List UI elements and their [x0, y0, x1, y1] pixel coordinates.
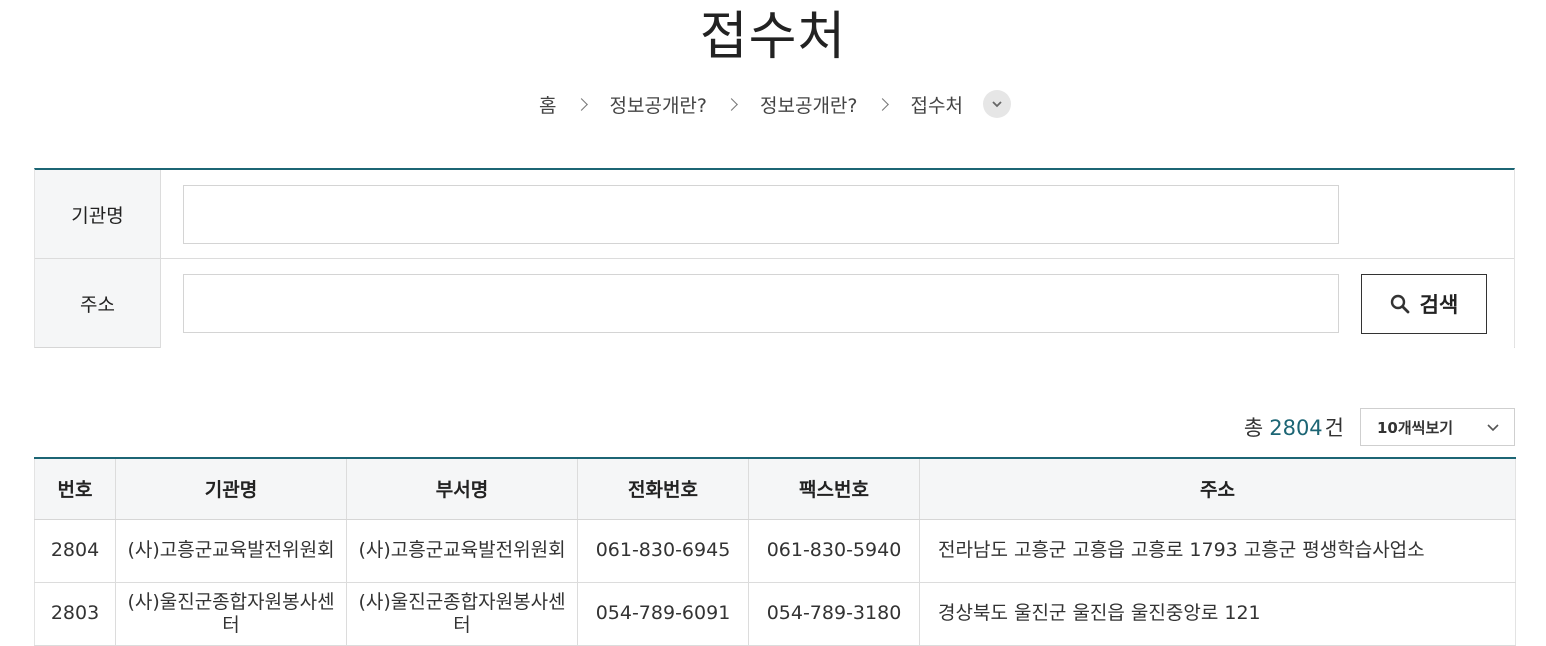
cell-address: 경상북도 울진군 울진읍 울진중앙로 121	[919, 582, 1516, 646]
table-header-row: 번호 기관명 부서명 전화번호 팩스번호 주소	[34, 458, 1516, 520]
cell-address: 전라남도 고흥군 고흥읍 고흥로 1793 고흥군 평생학습사업소	[919, 519, 1516, 583]
cell-fax: 061-830-5940	[748, 519, 920, 583]
cell-number: 2804	[34, 519, 116, 583]
total-count: 총 2804 건	[1244, 412, 1344, 442]
cell-phone: 054-789-6091	[577, 582, 749, 646]
cell-dept: (사)고흥군교육발전위원회	[346, 519, 578, 583]
cell-phone: 061-830-6945	[577, 519, 749, 583]
chevron-down-icon	[992, 101, 1002, 108]
table-row[interactable]: 2804 (사)고흥군교육발전위원회 (사)고흥군교육발전위원회 061-830…	[34, 519, 1516, 583]
cell-dept: (사)울진군종합자원봉사센터	[346, 582, 578, 646]
col-header-phone: 전화번호	[577, 458, 749, 520]
col-header-org: 기관명	[115, 458, 347, 520]
results-table: 번호 기관명 부서명 전화번호 팩스번호 주소 2804 (사)고흥군교육발전위…	[34, 457, 1516, 646]
address-label: 주소	[35, 259, 161, 348]
col-header-fax: 팩스번호	[748, 458, 920, 520]
search-row-address: 주소 검색	[35, 259, 1514, 348]
breadcrumb-toggle-button[interactable]	[982, 90, 1011, 118]
col-header-dept: 부서명	[346, 458, 578, 520]
org-input[interactable]	[183, 185, 1339, 244]
org-label: 기관명	[35, 170, 161, 258]
breadcrumb-current: 접수처	[910, 94, 963, 117]
table-row[interactable]: 2803 (사)울진군종합자원봉사센터 (사)울진군종합자원봉사센터 054-7…	[34, 582, 1516, 646]
search-icon	[1390, 294, 1410, 314]
search-row-org: 기관명	[35, 170, 1514, 259]
search-form: 기관명 주소 검색	[34, 168, 1515, 348]
breadcrumb: 홈 정보공개란? 정보공개란? 접수처	[0, 86, 1546, 122]
breadcrumb-info-public-sub[interactable]: 정보공개란?	[756, 91, 862, 118]
cell-org: (사)울진군종합자원봉사센터	[115, 582, 347, 646]
result-bar: 총 2804 건 10개씩보기	[34, 408, 1515, 446]
cell-number: 2803	[34, 582, 116, 646]
chevron-right-icon	[725, 97, 738, 111]
search-button-label: 검색	[1419, 293, 1459, 317]
total-count-value: 2804	[1269, 416, 1323, 440]
breadcrumb-info-public[interactable]: 정보공개란?	[606, 91, 712, 118]
chevron-right-icon	[875, 97, 889, 111]
per-page-value: 10개씩보기	[1377, 418, 1454, 437]
cell-fax: 054-789-3180	[748, 582, 920, 646]
col-header-address: 주소	[919, 458, 1516, 520]
chevron-right-icon	[574, 97, 588, 111]
col-header-number: 번호	[34, 458, 116, 520]
per-page-select[interactable]: 10개씩보기	[1360, 408, 1515, 446]
cell-org: (사)고흥군교육발전위원회	[115, 519, 347, 583]
search-button[interactable]: 검색	[1361, 274, 1487, 334]
total-prefix: 총	[1243, 416, 1264, 440]
page-title: 접수처	[699, 7, 847, 67]
chevron-down-icon	[1487, 424, 1499, 432]
address-input[interactable]	[183, 274, 1339, 333]
breadcrumb-home[interactable]: 홈	[535, 91, 560, 118]
total-suffix: 건	[1324, 416, 1344, 440]
